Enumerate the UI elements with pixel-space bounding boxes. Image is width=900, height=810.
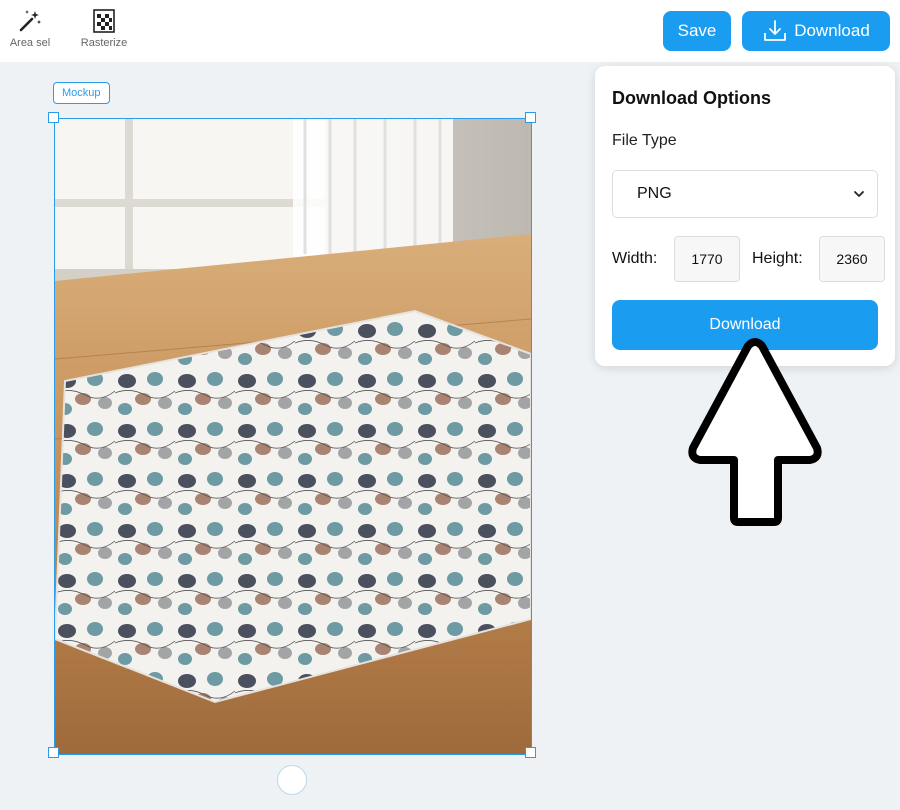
download-button-top[interactable]: Download	[742, 11, 890, 51]
chevron-down-icon	[854, 191, 864, 197]
height-label: Height:	[752, 250, 803, 267]
download-options-panel: Download Options File Type PNG Width: He…	[595, 66, 895, 366]
panel-title: Download Options	[612, 88, 771, 108]
magic-wand-icon	[19, 10, 41, 32]
layer-tag-mockup[interactable]: Mockup	[53, 82, 110, 104]
tool-area-select[interactable]: Area sel	[0, 8, 60, 49]
mockup-photo	[55, 119, 531, 754]
resize-handle-bottom-left[interactable]	[48, 747, 59, 758]
tool-rasterize-label: Rasterize	[80, 37, 128, 49]
top-toolbar: Area sel Rasterize Save Download	[0, 0, 900, 62]
save-button[interactable]: Save	[663, 11, 731, 51]
rotate-handle[interactable]	[277, 765, 307, 795]
download-tray-icon	[764, 20, 787, 41]
pointer-arrow-up-icon	[688, 338, 822, 526]
download-button-top-label: Download	[794, 21, 870, 40]
file-type-value: PNG	[637, 185, 672, 202]
resize-handle-top-right[interactable]	[525, 112, 536, 123]
rasterize-grid-icon	[93, 9, 115, 33]
tool-rasterize[interactable]: Rasterize	[74, 8, 134, 49]
file-type-label: File Type	[612, 132, 677, 149]
resize-handle-top-left[interactable]	[48, 112, 59, 123]
width-input[interactable]	[674, 236, 740, 282]
file-type-select[interactable]: PNG	[612, 170, 878, 218]
tool-area-select-label: Area sel	[9, 37, 51, 49]
width-label: Width:	[612, 250, 658, 267]
resize-handle-bottom-right[interactable]	[525, 747, 536, 758]
mockup-image[interactable]	[54, 118, 532, 755]
height-input[interactable]	[819, 236, 885, 282]
